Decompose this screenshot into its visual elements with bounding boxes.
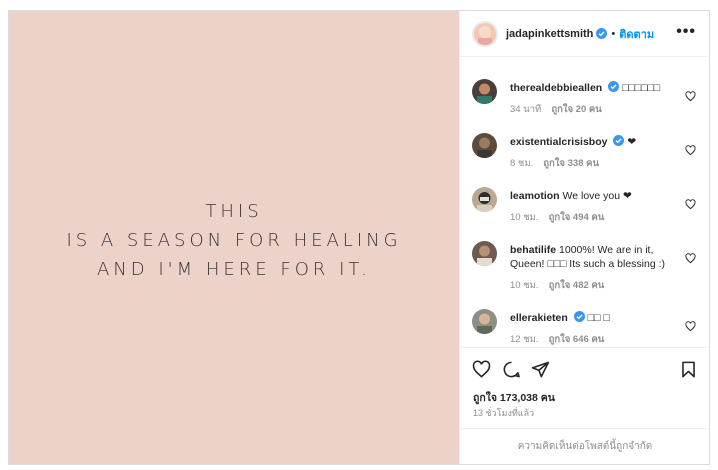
comment-likes[interactable]: ถูกใจ 494 คน — [549, 212, 605, 223]
comment-time[interactable]: 8 ชม. — [510, 158, 533, 169]
comment-meta: 10 ชม. ถูกใจ 494 คน — [510, 211, 682, 225]
comment-time[interactable]: 34 นาที — [510, 104, 541, 115]
comment-meta: 34 นาที ถูกใจ 20 คน — [510, 103, 682, 117]
commenter-username[interactable]: existentialcrisisboy — [510, 136, 607, 148]
commenter-username[interactable]: behatilife — [510, 244, 556, 256]
heart-icon[interactable] — [685, 253, 696, 264]
verified-badge-icon — [608, 81, 620, 92]
comment-likes[interactable]: ถูกใจ 20 คน — [551, 104, 601, 115]
quote-line: AND I'M HERE FOR IT. — [96, 259, 372, 280]
commenter-avatar[interactable] — [472, 187, 497, 212]
verified-badge-icon — [573, 311, 585, 322]
post-container: THIS IS A SEASON FOR HEALING AND I'M HER… — [8, 10, 710, 465]
commenter-username[interactable]: leamotion — [510, 190, 560, 202]
comment-likes[interactable]: ถูกใจ 338 คน — [543, 158, 599, 169]
heart-icon[interactable] — [685, 91, 696, 102]
comments-limited-notice: ความคิดเห็นต่อโพสต์นี้ถูกจำกัด — [460, 428, 710, 465]
comment-text: □□ □ — [587, 312, 610, 324]
verified-badge-icon — [596, 28, 608, 39]
likes-count[interactable]: ถูกใจ 173,038 คน — [473, 389, 555, 406]
quote-line: THIS — [205, 201, 263, 222]
verified-badge-icon — [613, 135, 625, 146]
comment-meta: 8 ชม. ถูกใจ 338 คน — [510, 157, 682, 171]
author-username[interactable]: jadapinkettsmith — [506, 28, 593, 40]
heart-icon[interactable] — [685, 145, 696, 156]
heart-icon[interactable] — [685, 199, 696, 210]
comment-body: existentialcrisisboy ❤ 8 ชม. ถูกใจ 338 คน — [510, 135, 682, 171]
comment-icon[interactable] — [502, 360, 521, 379]
post-header: jadapinkettsmith • ติดตาม ••• — [460, 11, 710, 57]
heart-icon[interactable] — [472, 360, 491, 379]
comment-body: behatilife 1000%! We are in it, Queen! □… — [510, 243, 682, 293]
comment-meta: 10 ชม. ถูกใจ 482 คน — [510, 279, 682, 293]
share-icon[interactable] — [531, 360, 550, 379]
post-actions: ถูกใจ 173,038 คน 13 ชั่วโมงที่แล้ว ความค… — [460, 347, 710, 464]
heart-icon[interactable] — [685, 321, 696, 332]
more-options-icon[interactable]: ••• — [676, 23, 696, 41]
comment-likes[interactable]: ถูกใจ 482 คน — [549, 280, 605, 291]
comment-text: ❤ — [627, 136, 637, 148]
commenter-avatar[interactable] — [472, 309, 497, 334]
comment-time[interactable]: 10 ชม. — [510, 280, 539, 291]
comment-text: We love you ❤ — [562, 190, 632, 202]
bookmark-icon[interactable] — [679, 360, 698, 379]
commenter-avatar[interactable] — [472, 79, 497, 104]
post-quote-text: THIS IS A SEASON FOR HEALING AND I'M HER… — [9, 197, 459, 284]
commenter-username[interactable]: therealdebbieallen — [510, 82, 602, 94]
commenter-username[interactable]: ellerakieten — [510, 312, 568, 324]
comment-likes[interactable]: ถูกใจ 646 คน — [549, 334, 605, 345]
comment-body: leamotion We love you ❤ 10 ชม. ถูกใจ 494 … — [510, 189, 682, 225]
separator-dot: • — [611, 27, 616, 40]
follow-button[interactable]: ติดตาม — [619, 25, 654, 43]
quote-line: IS A SEASON FOR HEALING — [66, 230, 402, 251]
comment-time[interactable]: 12 ชม. — [510, 334, 539, 345]
comment-body: therealdebbieallen □□□□□□ 34 นาที ถูกใจ 2… — [510, 81, 682, 117]
post-image[interactable]: THIS IS A SEASON FOR HEALING AND I'M HER… — [9, 11, 459, 464]
author-avatar[interactable] — [472, 20, 498, 47]
comment-text: □□□□□□ — [622, 82, 661, 94]
commenter-avatar[interactable] — [472, 241, 497, 266]
comment-body: ellerakieten □□ □ 12 ชม. ถูกใจ 646 คน — [510, 311, 682, 347]
commenter-avatar[interactable] — [472, 133, 497, 158]
comment-meta: 12 ชม. ถูกใจ 646 คน — [510, 333, 682, 347]
post-sidebar: jadapinkettsmith • ติดตาม ••• therealdeb… — [459, 11, 710, 464]
post-timestamp[interactable]: 13 ชั่วโมงที่แล้ว — [473, 406, 534, 420]
comment-time[interactable]: 10 ชม. — [510, 212, 539, 223]
